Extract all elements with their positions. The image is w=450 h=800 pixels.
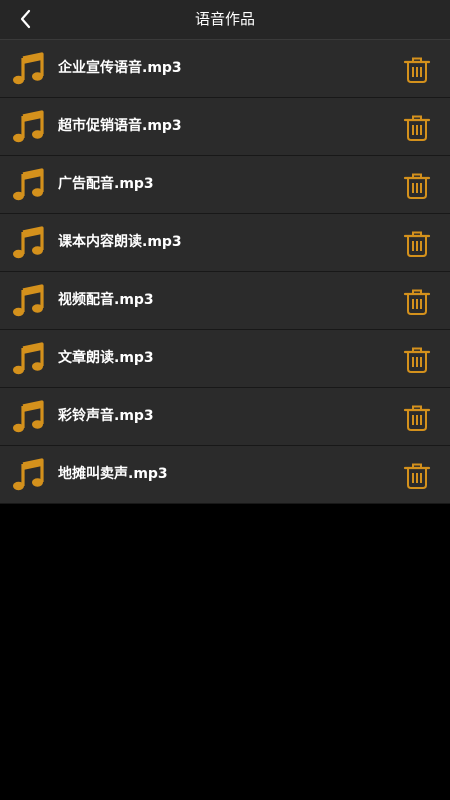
audio-list: 企业宣传语音.mp3 超市促销语音.mp3 广告配音.mp3 课本内容朗读.mp… [0,40,450,504]
header-bar: 语音作品 [0,0,450,40]
trash-icon[interactable] [403,346,431,374]
music-note-icon [13,400,44,433]
music-note-icon [13,52,44,85]
trash-icon[interactable] [403,462,431,490]
file-name: 超市促销语音.mp3 [58,118,182,134]
list-item[interactable]: 地摊叫卖声.mp3 [0,446,450,504]
list-item[interactable]: 课本内容朗读.mp3 [0,214,450,272]
trash-icon[interactable] [403,114,431,142]
list-item[interactable]: 广告配音.mp3 [0,156,450,214]
file-name: 企业宣传语音.mp3 [58,60,182,76]
file-name: 地摊叫卖声.mp3 [58,466,168,482]
file-name: 广告配音.mp3 [58,176,154,192]
list-item[interactable]: 彩铃声音.mp3 [0,388,450,446]
file-name: 课本内容朗读.mp3 [58,234,182,250]
music-note-icon [13,342,44,375]
trash-icon[interactable] [403,404,431,432]
trash-icon[interactable] [403,230,431,258]
list-item[interactable]: 超市促销语音.mp3 [0,98,450,156]
music-note-icon [13,226,44,259]
file-name: 视频配音.mp3 [58,292,154,308]
list-item[interactable]: 视频配音.mp3 [0,272,450,330]
list-item[interactable]: 文章朗读.mp3 [0,330,450,388]
trash-icon[interactable] [403,172,431,200]
music-note-icon [13,458,44,491]
trash-icon[interactable] [403,288,431,316]
file-name: 文章朗读.mp3 [58,350,154,366]
trash-icon[interactable] [403,56,431,84]
music-note-icon [13,284,44,317]
file-name: 彩铃声音.mp3 [58,408,154,424]
list-item[interactable]: 企业宣传语音.mp3 [0,40,450,98]
music-note-icon [13,110,44,143]
page-title: 语音作品 [194,10,255,28]
music-note-icon [13,168,44,201]
